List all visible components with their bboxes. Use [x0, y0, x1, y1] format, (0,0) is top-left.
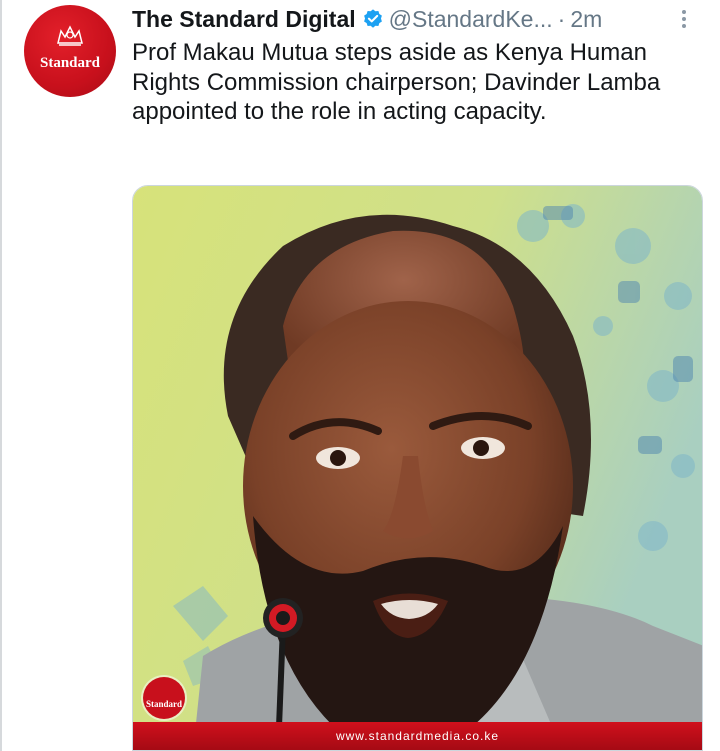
author-avatar[interactable]: Standard [24, 5, 116, 97]
tweet-header: The Standard Digital @StandardKe... · 2m [132, 2, 696, 36]
author-display-name[interactable]: The Standard Digital [132, 6, 356, 33]
avatar-label: Standard [39, 55, 101, 71]
header-separator: · [557, 5, 566, 32]
source-url-banner: www.standardmedia.co.ke [133, 722, 702, 750]
tweet-card[interactable]: Standard The Standard Digital @StandardK… [0, 0, 720, 751]
author-handle[interactable]: @StandardKe... [389, 6, 553, 33]
more-options-icon[interactable] [672, 5, 696, 33]
verified-badge-icon [362, 8, 384, 30]
tweet-media[interactable]: Standard www.standardmedia.co.ke [132, 185, 703, 751]
standard-watermark-logo: Standard [143, 677, 185, 719]
tweet-timestamp[interactable]: 2m [570, 6, 602, 33]
news-photo [133, 186, 702, 750]
crest-icon [57, 25, 83, 46]
tweet-text: Prof Makau Mutua steps aside as Kenya Hu… [132, 39, 661, 125]
